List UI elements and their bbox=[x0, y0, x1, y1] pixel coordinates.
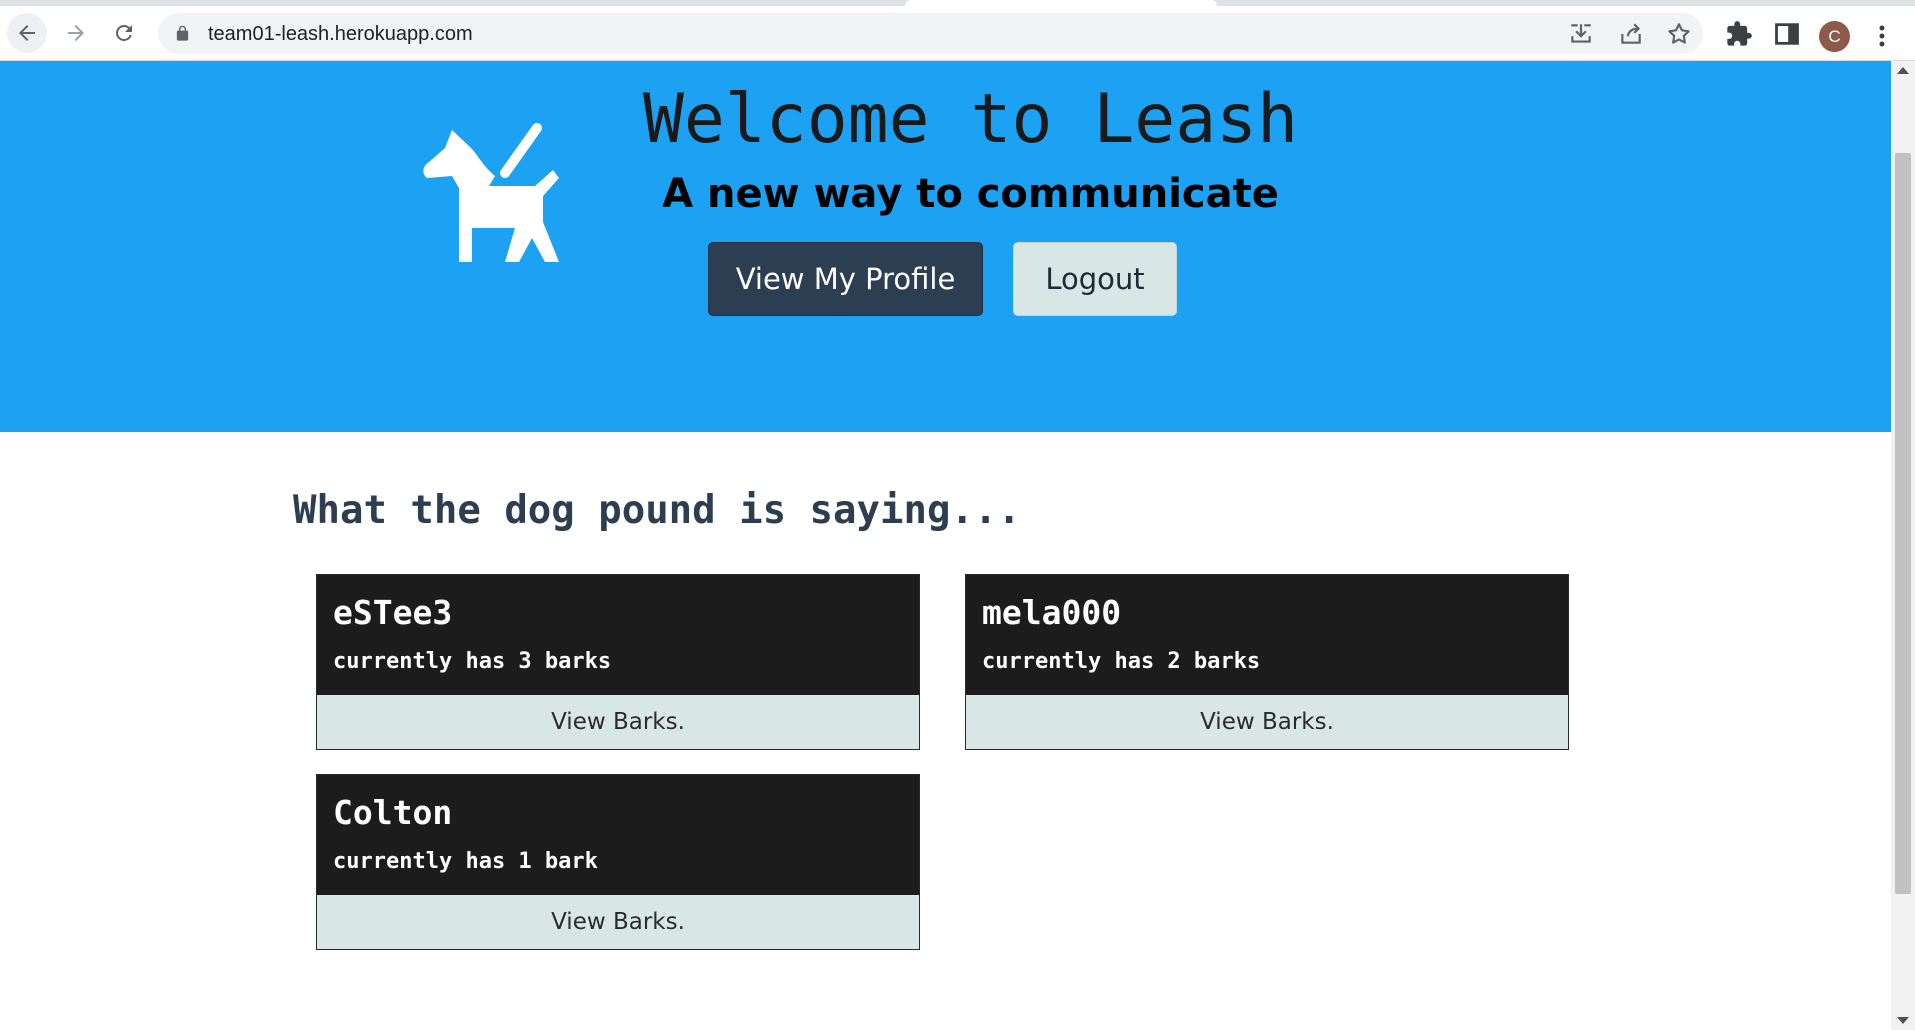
back-arrow-icon bbox=[19, 25, 35, 41]
user-card: eSTee3 currently has 3 barks View Barks. bbox=[316, 574, 920, 750]
forward-button[interactable] bbox=[56, 13, 96, 53]
card-bark-count: currently has 3 barks bbox=[333, 649, 612, 674]
view-barks-button[interactable]: View Barks. bbox=[317, 895, 919, 949]
reload-icon bbox=[116, 25, 132, 41]
card-username: mela000 bbox=[982, 593, 1122, 632]
feed-heading: What the dog pound is saying... bbox=[293, 488, 1021, 533]
scroll-up-arrow-icon[interactable] bbox=[1897, 67, 1909, 74]
star-icon[interactable] bbox=[1666, 21, 1692, 47]
scrollbar-thumb[interactable] bbox=[1895, 153, 1911, 894]
profile-avatar[interactable]: C bbox=[1819, 21, 1850, 52]
back-button[interactable] bbox=[7, 13, 47, 53]
reload-button[interactable] bbox=[104, 13, 144, 53]
address-bar[interactable]: team01-leash.herokuapp.com bbox=[158, 13, 1703, 54]
vertical-scrollbar[interactable] bbox=[1891, 61, 1915, 1030]
card-username: eSTee3 bbox=[333, 593, 453, 632]
card-username: Colton bbox=[333, 793, 453, 832]
logout-button[interactable]: Logout bbox=[1013, 242, 1177, 316]
user-card: mela000 currently has 2 barks View Barks… bbox=[965, 574, 1569, 750]
kebab-menu-icon[interactable] bbox=[1870, 21, 1894, 51]
lock-icon bbox=[176, 25, 189, 41]
hero-subtitle: A new way to communicate bbox=[662, 171, 1279, 217]
card-body: Colton currently has 1 bark bbox=[317, 775, 919, 895]
view-profile-button[interactable]: View My Profile bbox=[708, 242, 983, 316]
page-viewport: Welcome to Leash A new way to communicat… bbox=[0, 61, 1891, 1030]
url-text[interactable]: team01-leash.herokuapp.com bbox=[208, 23, 473, 46]
card-body: eSTee3 currently has 3 barks bbox=[317, 575, 919, 695]
share-icon[interactable] bbox=[1618, 21, 1644, 47]
forward-arrow-icon bbox=[68, 25, 84, 41]
view-barks-button[interactable]: View Barks. bbox=[966, 695, 1568, 749]
card-bark-count: currently has 2 barks bbox=[982, 649, 1261, 674]
extensions-puzzle-icon[interactable] bbox=[1725, 20, 1753, 48]
install-icon[interactable] bbox=[1568, 21, 1594, 47]
card-bark-count: currently has 1 bark bbox=[333, 849, 598, 874]
scroll-down-arrow-icon[interactable] bbox=[1897, 1017, 1909, 1024]
view-barks-button[interactable]: View Barks. bbox=[317, 695, 919, 749]
user-card: Colton currently has 1 bark View Barks. bbox=[316, 774, 920, 950]
hero-title: Welcome to Leash bbox=[642, 80, 1299, 159]
browser-toolbar: team01-leash.herokuapp.com C bbox=[0, 6, 1915, 61]
hero-banner: Welcome to Leash A new way to communicat… bbox=[0, 61, 1891, 432]
card-body: mela000 currently has 2 barks bbox=[966, 575, 1568, 695]
side-panel-icon[interactable] bbox=[1773, 20, 1801, 48]
